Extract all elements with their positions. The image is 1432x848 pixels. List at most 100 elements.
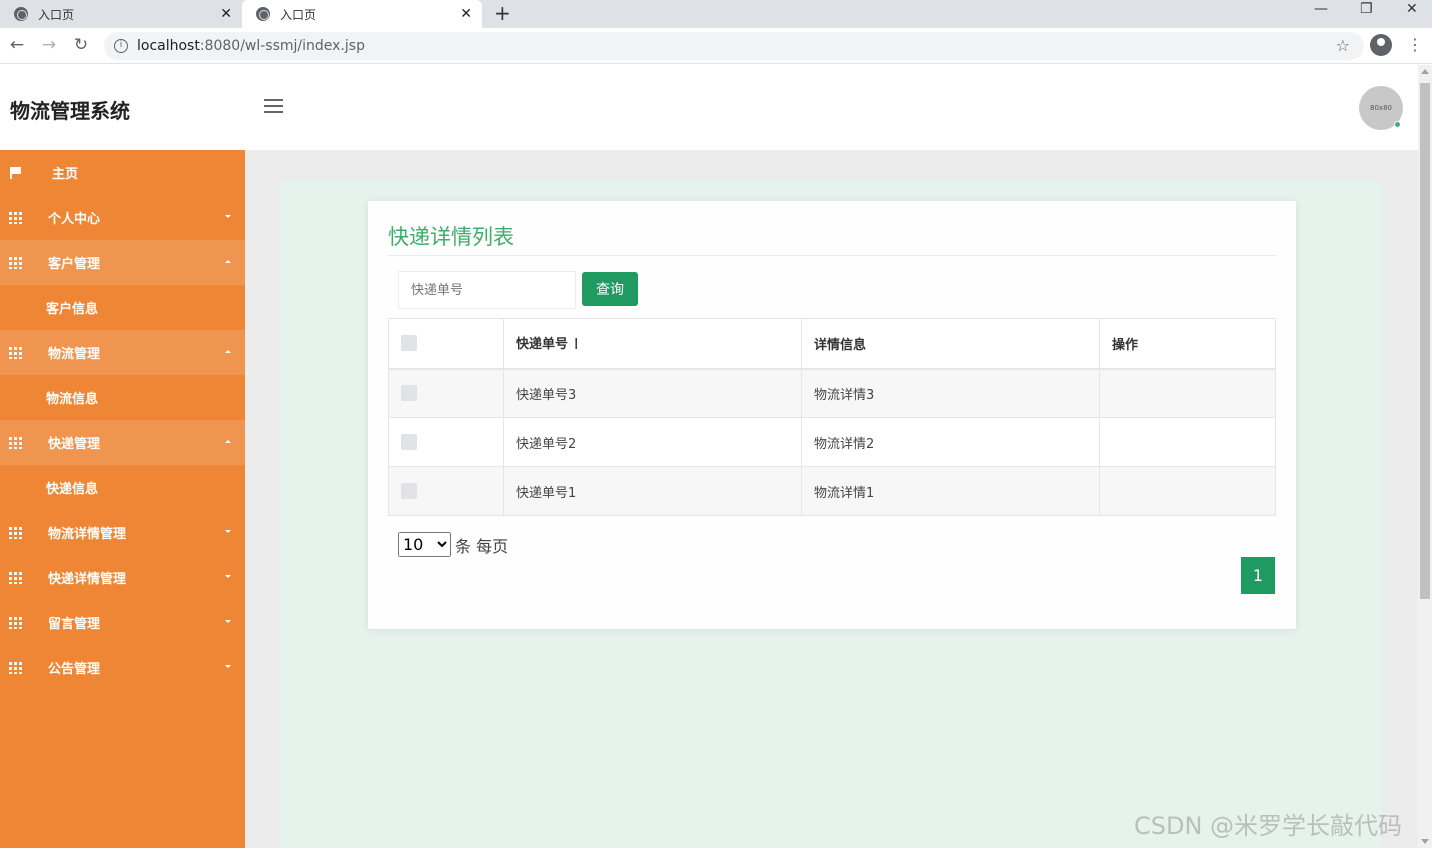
row-checkbox[interactable]: [401, 434, 417, 450]
sidebar-item-home[interactable]: 主页: [0, 150, 245, 195]
table-row: 快递单号1 物流详情1: [388, 466, 1276, 516]
close-window-button[interactable]: ✕: [1406, 0, 1418, 28]
browser-tab-bar: 入口页 ✕ 入口页 ✕ + — ❐ ✕: [0, 0, 1432, 28]
close-tab-icon[interactable]: ✕: [460, 6, 472, 22]
row-checkbox-cell: [388, 466, 504, 516]
detail-cell: 物流详情2: [801, 417, 1100, 467]
hamburger-menu-icon[interactable]: [264, 99, 283, 115]
actions-cell: [1099, 417, 1276, 467]
url-path: :8080/wl-ssmj/index.jsp: [199, 38, 365, 54]
express-no-cell: 快递单号2: [503, 417, 802, 467]
avatar-placeholder-text: 80x80: [1370, 104, 1392, 112]
sidebar-item-customer-management[interactable]: 客户管理: [0, 240, 245, 285]
detail-cell: 物流详情1: [801, 466, 1100, 516]
sidebar-item-label: 客户管理: [48, 257, 101, 272]
page-size-control: 10 条 每页: [398, 532, 508, 557]
search-button[interactable]: 查询: [582, 272, 638, 306]
forward-icon[interactable]: →: [38, 34, 60, 56]
sidebar-item-personal-center[interactable]: 个人中心: [0, 195, 245, 240]
column-header-actions: 操作: [1099, 318, 1276, 370]
title-divider: [388, 255, 1276, 256]
chevron-up-icon: [225, 350, 231, 353]
sidebar-subitem-logistics-info[interactable]: 物流信息: [0, 375, 245, 420]
globe-icon: [256, 7, 270, 21]
tab-title: 入口页: [38, 7, 75, 22]
close-tab-icon[interactable]: ✕: [220, 6, 232, 22]
sidebar-subitem-express-info[interactable]: 快递信息: [0, 465, 245, 510]
express-no-cell: 快递单号3: [503, 368, 802, 418]
page-scrollbar[interactable]: [1418, 65, 1432, 848]
actions-cell: [1099, 368, 1276, 418]
app-header: 物流管理系统 80x80: [0, 65, 1418, 150]
sidebar-item-label: 留言管理: [48, 617, 101, 632]
sidebar-item-label: 快递管理: [48, 437, 101, 452]
row-checkbox-cell: [388, 368, 504, 418]
sidebar-item-label: 物流管理: [48, 347, 101, 362]
scroll-up-arrow-icon[interactable]: [1421, 69, 1429, 74]
info-icon[interactable]: i: [114, 39, 128, 53]
grid-icon: [9, 211, 23, 224]
grid-icon: [9, 256, 23, 269]
online-status-dot: [1394, 121, 1401, 128]
browser-menu-icon[interactable]: ⋮: [1407, 34, 1423, 56]
avatar[interactable]: 80x80: [1359, 86, 1403, 130]
column-header-label: 快递单号: [516, 337, 569, 353]
sidebar-item-label: 物流详情管理: [48, 527, 127, 542]
chevron-down-icon: [225, 530, 231, 533]
select-all-cell: [388, 318, 504, 370]
page-title: 快递详情列表: [388, 225, 514, 249]
browser-tab-1[interactable]: 入口页 ✕: [0, 0, 242, 28]
pagination-page-button[interactable]: 1: [1241, 557, 1275, 594]
scroll-down-arrow-icon[interactable]: [1421, 839, 1429, 844]
actions-cell: [1099, 466, 1276, 516]
profile-icon[interactable]: [1370, 34, 1392, 56]
address-bar[interactable]: i localhost:8080/wl-ssmj/index.jsp ☆: [104, 32, 1364, 60]
sidebar-item-logistics-detail-management[interactable]: 物流详情管理: [0, 510, 245, 555]
row-checkbox[interactable]: [401, 385, 417, 402]
flag-icon: [9, 166, 23, 179]
page-size-select[interactable]: 10: [398, 532, 451, 557]
sidebar-item-label: 主页: [52, 167, 79, 182]
search-input[interactable]: [398, 271, 576, 309]
chevron-down-icon: [225, 575, 231, 578]
chevron-up-icon: [225, 260, 231, 263]
sidebar-item-message-management[interactable]: 留言管理: [0, 600, 245, 645]
grid-icon: [9, 436, 23, 449]
scrollbar-thumb[interactable]: [1420, 83, 1430, 599]
reload-icon[interactable]: ↻: [70, 34, 92, 56]
back-icon[interactable]: ←: [6, 34, 28, 56]
sidebar-item-express-detail-management[interactable]: 快递详情管理: [0, 555, 245, 600]
column-header-detail[interactable]: 详情信息: [801, 318, 1100, 370]
grid-icon: [9, 616, 23, 629]
bookmark-star-icon[interactable]: ☆: [1336, 36, 1350, 55]
sidebar-item-express-management[interactable]: 快递管理: [0, 420, 245, 465]
row-checkbox[interactable]: [401, 483, 417, 499]
browser-tab-2[interactable]: 入口页 ✕: [242, 0, 482, 28]
grid-icon: [9, 346, 23, 359]
detail-cell: 物流详情3: [801, 368, 1100, 418]
chevron-down-icon: [225, 620, 231, 623]
sidebar-subitem-customer-info[interactable]: 客户信息: [0, 285, 245, 330]
express-detail-table: 快递单号 I 详情信息 操作 快递单号3 物流详情3 快递单号2 物流详情2 快递…: [388, 318, 1276, 516]
express-no-cell: 快递单号1: [503, 466, 802, 516]
minimize-button[interactable]: —: [1314, 0, 1328, 28]
chevron-up-icon: [225, 440, 231, 443]
express-detail-card: 快递详情列表 查询 快递单号 I 详情信息 操作 快递单号3 物流详情3 快递单号…: [368, 201, 1296, 629]
select-all-checkbox[interactable]: [401, 335, 417, 352]
table-row: 快递单号3 物流详情3: [388, 368, 1276, 418]
table-row: 快递单号2 物流详情2: [388, 417, 1276, 467]
sidebar-item-label: 个人中心: [48, 212, 101, 227]
grid-icon: [9, 526, 23, 539]
new-tab-button[interactable]: +: [494, 0, 511, 28]
sidebar-item-announcement-management[interactable]: 公告管理: [0, 645, 245, 690]
grid-icon: [9, 571, 23, 584]
text-cursor-icon: I: [574, 335, 579, 354]
sidebar: 主页 个人中心 客户管理 客户信息 物流管理 物流信息 快递管理 快递信息 物流…: [0, 150, 245, 848]
page-size-suffix: 条 每页: [455, 536, 509, 556]
brand-title: 物流管理系统: [10, 99, 130, 123]
sidebar-item-logistics-management[interactable]: 物流管理: [0, 330, 245, 375]
column-header-express-no[interactable]: 快递单号 I: [503, 318, 802, 370]
restore-button[interactable]: ❐: [1360, 0, 1373, 28]
grid-icon: [9, 661, 23, 674]
globe-icon: [14, 7, 28, 21]
